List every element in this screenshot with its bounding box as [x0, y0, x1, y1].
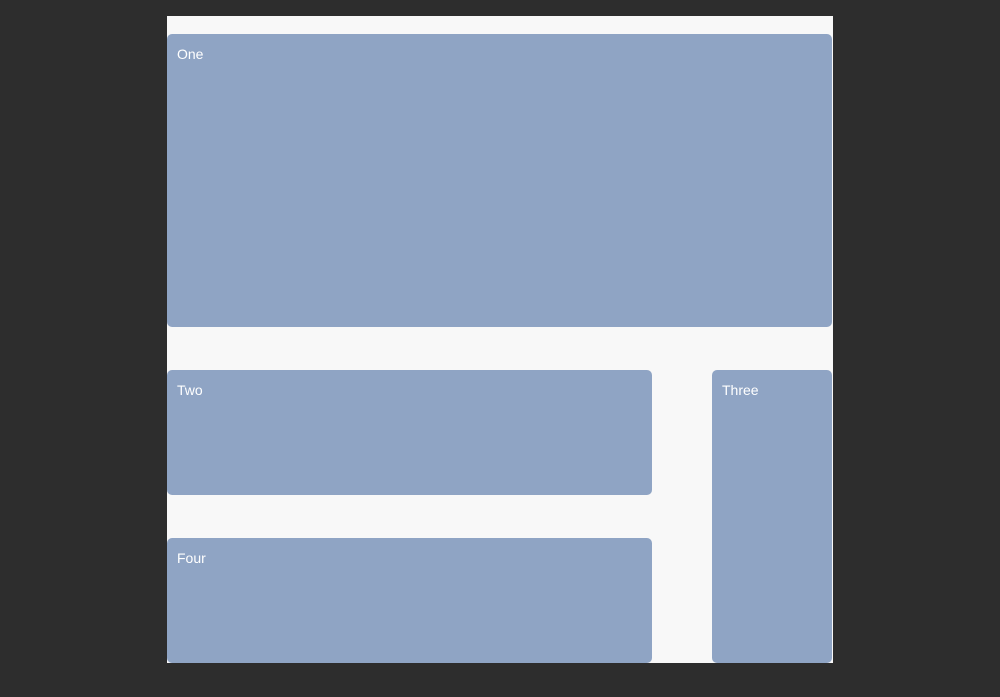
panel-two: Two	[167, 370, 652, 495]
panel-four-label: Four	[177, 550, 206, 566]
panel-four: Four	[167, 538, 652, 663]
layout-container: One Two Three Four	[167, 16, 833, 663]
panel-two-label: Two	[177, 382, 203, 398]
grid-layout: One Two Three Four	[167, 16, 833, 663]
panel-one: One	[167, 34, 832, 327]
panel-three-label: Three	[722, 382, 759, 398]
panel-one-label: One	[177, 46, 203, 62]
panel-three: Three	[712, 370, 832, 663]
